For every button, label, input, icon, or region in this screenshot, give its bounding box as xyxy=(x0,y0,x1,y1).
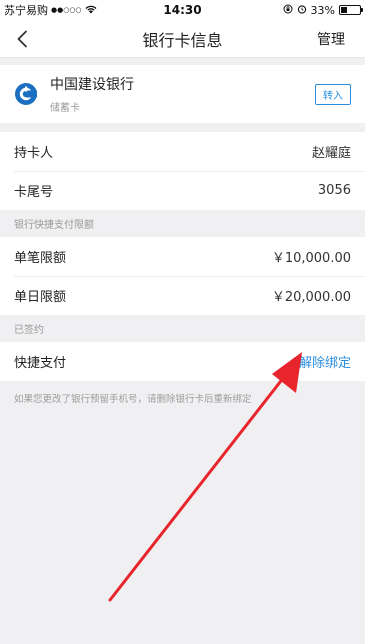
annotation-arrow-shaft xyxy=(108,375,286,602)
card-holder-label: 持卡人 xyxy=(14,146,54,161)
alarm-icon xyxy=(297,4,307,17)
card-tail-row: 卡尾号 3056 xyxy=(0,171,365,210)
single-limit-row: 单笔限额 ￥10,000.00 xyxy=(0,237,365,276)
single-limit-label: 单笔限额 xyxy=(14,251,67,266)
bank-name: 中国建设银行 xyxy=(50,77,134,93)
nav-bar: 银行卡信息 管理 xyxy=(0,20,365,58)
daily-limit-label: 单日限额 xyxy=(14,290,67,305)
battery-level xyxy=(341,7,347,13)
bank-card: 中国建设银行 储蓄卡 转入 xyxy=(0,65,365,123)
signal-strength-icon: ●●○○○ xyxy=(51,6,82,14)
battery-icon xyxy=(339,5,363,15)
daily-limit-row: 单日限额 ￥20,000.00 xyxy=(0,276,365,315)
card-holder-row: 持卡人 赵耀庭 xyxy=(0,132,365,171)
orientation-lock-icon xyxy=(283,4,293,17)
wifi-icon xyxy=(85,4,97,17)
status-bar: 苏宁易购 ●●○○○ 14:30 33% xyxy=(0,0,365,20)
status-right: 33% xyxy=(283,3,363,17)
quick-pay-row: 快捷支付 解除绑定 xyxy=(0,342,365,381)
manage-button[interactable]: 管理 xyxy=(317,29,365,49)
daily-limit-value: ￥20,000.00 xyxy=(271,290,351,305)
quick-pay-label: 快捷支付 xyxy=(14,356,67,371)
single-limit-value: ￥10,000.00 xyxy=(271,251,351,266)
card-tail-value: 3056 xyxy=(317,183,351,198)
signed-section-title: 已签约 xyxy=(14,325,44,336)
bank-text: 中国建设银行 储蓄卡 xyxy=(50,74,134,114)
chevron-left-icon xyxy=(17,30,27,47)
ccb-logo-icon xyxy=(15,83,37,105)
battery-percent: 33% xyxy=(310,3,335,17)
transfer-in-button[interactable]: 转入 xyxy=(315,83,351,105)
card-type: 储蓄卡 xyxy=(50,103,80,114)
limits-section-title: 银行快捷支付限额 xyxy=(14,220,94,231)
card-tail-label: 卡尾号 xyxy=(14,185,54,200)
back-button[interactable] xyxy=(0,20,44,58)
unbind-button[interactable]: 解除绑定 xyxy=(299,352,351,371)
card-holder-value: 赵耀庭 xyxy=(311,146,351,161)
status-left: 苏宁易购 ●●○○○ xyxy=(4,2,97,18)
carrier-label: 苏宁易购 xyxy=(4,4,48,17)
footnote: 如果您更改了银行预留手机号，请删除银行卡后重新绑定 xyxy=(14,394,252,405)
page-title: 银行卡信息 xyxy=(142,30,223,50)
